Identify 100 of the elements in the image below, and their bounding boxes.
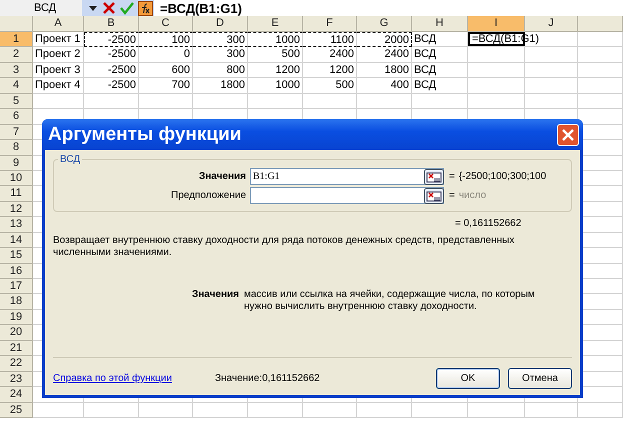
table-cell[interactable]: [193, 402, 248, 418]
column-header[interactable]: A: [33, 16, 84, 32]
table-cell[interactable]: 100: [139, 32, 193, 48]
column-header[interactable]: D: [193, 16, 248, 32]
table-cell[interactable]: 2400: [357, 47, 412, 63]
table-cell[interactable]: [468, 62, 525, 78]
row-header[interactable]: 21: [0, 340, 33, 356]
table-cell[interactable]: 1100: [303, 32, 357, 48]
row-header[interactable]: 5: [0, 94, 33, 110]
table-cell[interactable]: -2500: [84, 78, 139, 94]
row-header[interactable]: 10: [0, 170, 33, 186]
range-picker-icon[interactable]: [424, 168, 444, 184]
cancel-button[interactable]: Отмена: [508, 368, 572, 389]
row-header[interactable]: 6: [0, 109, 33, 125]
row-header[interactable]: 23: [0, 372, 33, 388]
dropdown-arrow-icon[interactable]: [88, 4, 98, 12]
table-cell[interactable]: 700: [139, 78, 193, 94]
table-cell[interactable]: [412, 94, 468, 110]
row-header[interactable]: 4: [0, 78, 33, 94]
table-cell[interactable]: [139, 402, 193, 418]
row-header[interactable]: 8: [0, 140, 33, 156]
table-cell[interactable]: [578, 78, 623, 94]
row-header[interactable]: 11: [0, 186, 33, 202]
table-cell[interactable]: 800: [193, 62, 248, 78]
table-cell[interactable]: [357, 402, 412, 418]
table-cell[interactable]: 2400: [303, 47, 357, 63]
select-all-corner[interactable]: [0, 16, 33, 32]
column-header[interactable]: E: [248, 16, 303, 32]
ok-button[interactable]: OK: [436, 368, 500, 389]
table-cell[interactable]: 600: [139, 62, 193, 78]
table-cell[interactable]: [578, 32, 623, 48]
row-header[interactable]: 24: [0, 387, 33, 402]
row-header[interactable]: 3: [0, 62, 33, 78]
table-cell[interactable]: [84, 402, 139, 418]
row-header[interactable]: 19: [0, 310, 33, 326]
cancel-icon[interactable]: [102, 1, 116, 15]
table-cell[interactable]: [525, 94, 578, 110]
table-cell[interactable]: ВСД: [412, 32, 468, 48]
close-button[interactable]: [557, 124, 579, 146]
table-cell[interactable]: 1000: [248, 78, 303, 94]
table-cell[interactable]: [525, 47, 578, 63]
table-cell[interactable]: 1200: [248, 62, 303, 78]
row-header[interactable]: 16: [0, 264, 33, 279]
table-cell[interactable]: [303, 94, 357, 110]
table-cell[interactable]: [525, 78, 578, 94]
table-cell[interactable]: [33, 402, 84, 418]
table-cell[interactable]: [578, 62, 623, 78]
column-header[interactable]: J: [525, 16, 578, 32]
table-cell[interactable]: 1800: [193, 78, 248, 94]
table-cell[interactable]: [303, 402, 357, 418]
table-cell[interactable]: [578, 47, 623, 63]
table-cell[interactable]: Проект 1: [33, 32, 84, 48]
table-cell[interactable]: Проект 4: [33, 78, 84, 94]
table-cell[interactable]: [248, 94, 303, 110]
row-header[interactable]: 7: [0, 124, 33, 140]
row-header[interactable]: 13: [0, 217, 33, 233]
table-cell[interactable]: [578, 402, 623, 418]
row-header[interactable]: 20: [0, 325, 33, 341]
table-cell[interactable]: 500: [303, 78, 357, 94]
table-cell[interactable]: [248, 402, 303, 418]
table-cell[interactable]: [139, 94, 193, 110]
row-header[interactable]: 17: [0, 279, 33, 294]
column-header[interactable]: F: [303, 16, 357, 32]
column-header[interactable]: H: [412, 16, 468, 32]
column-header[interactable]: C: [139, 16, 193, 32]
row-header[interactable]: 18: [0, 294, 33, 310]
table-cell[interactable]: ВСД: [412, 62, 468, 78]
column-header[interactable]: B: [84, 16, 139, 32]
table-cell[interactable]: [468, 94, 525, 110]
table-cell[interactable]: Проект 3: [33, 62, 84, 78]
function-icon[interactable]: [138, 0, 153, 16]
row-header[interactable]: 22: [0, 356, 33, 372]
table-cell[interactable]: 500: [248, 47, 303, 63]
table-cell[interactable]: [578, 94, 623, 110]
row-header[interactable]: 1: [0, 32, 33, 48]
table-cell[interactable]: ВСД: [412, 47, 468, 63]
table-cell[interactable]: [468, 78, 525, 94]
table-cell[interactable]: 1000: [248, 32, 303, 48]
row-header[interactable]: 2: [0, 47, 33, 63]
table-cell[interactable]: ВСД: [412, 78, 468, 94]
row-header[interactable]: 12: [0, 202, 33, 218]
argument-field[interactable]: [250, 187, 444, 204]
table-cell[interactable]: -2500: [84, 32, 139, 48]
row-header[interactable]: 25: [0, 402, 33, 418]
row-header[interactable]: 14: [0, 232, 33, 248]
table-cell[interactable]: [468, 402, 525, 418]
table-cell[interactable]: 0: [139, 47, 193, 63]
range-picker-icon[interactable]: [424, 188, 444, 204]
table-cell[interactable]: [357, 94, 412, 110]
table-cell[interactable]: [525, 62, 578, 78]
help-link[interactable]: Справка по этой функции: [53, 373, 172, 384]
table-cell[interactable]: -2500: [84, 62, 139, 78]
argument-field[interactable]: B1:G1: [250, 168, 444, 185]
column-header[interactable]: I: [468, 16, 525, 32]
table-cell[interactable]: [525, 402, 578, 418]
table-cell[interactable]: 400: [357, 78, 412, 94]
checkmark-icon[interactable]: [120, 1, 134, 15]
table-cell[interactable]: [193, 94, 248, 110]
formula-field[interactable]: =ВСД(B1:G1): [154, 0, 242, 16]
table-cell[interactable]: [84, 94, 139, 110]
